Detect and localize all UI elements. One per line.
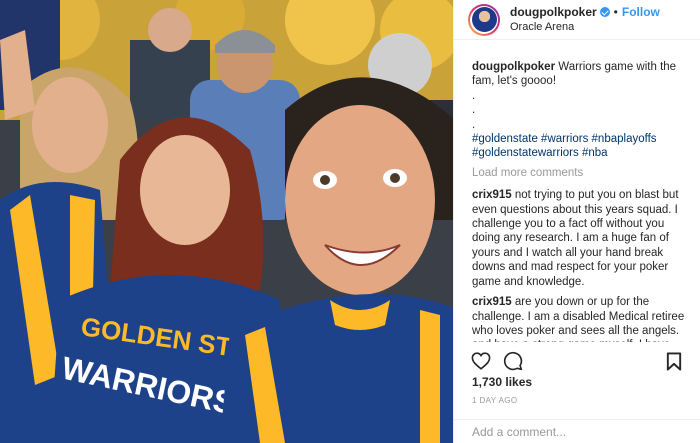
header-separator: • [613, 4, 618, 19]
avatar[interactable] [468, 3, 500, 36]
comment-item: crix915 are you down or up for the chall… [472, 295, 692, 342]
caption-hashtags[interactable]: #goldenstate #warriors #nbaplayoffs #gol… [472, 132, 692, 161]
post-caption: dougpolkpoker Warriors game with the fam… [472, 60, 692, 161]
comments-section: dougpolkpoker Warriors game with the fam… [472, 60, 692, 342]
likes-count[interactable]: 1,730 likes [472, 375, 532, 389]
heart-icon [471, 352, 491, 370]
caption-username[interactable]: dougpolkpoker [472, 61, 555, 73]
comment-username[interactable]: crix915 [472, 296, 512, 308]
location-link[interactable]: Oracle Arena [510, 20, 660, 35]
caption-dot: . [472, 104, 476, 117]
comment-button[interactable] [502, 350, 524, 372]
post-actions-bar [454, 347, 700, 375]
load-more-comments-button[interactable]: Load more comments [472, 166, 692, 180]
comment-text: not trying to put you on blast but even … [472, 189, 679, 288]
caption-dot: . [472, 89, 476, 102]
comment-item: crix915 not trying to put you on blast b… [472, 188, 692, 289]
add-comment-bar [454, 419, 700, 443]
caption-dot: . [472, 118, 476, 131]
post-side-panel: dougpolkpoker • Follow Oracle Arena doug… [453, 0, 700, 443]
bookmark-icon [666, 351, 682, 371]
comment-icon [503, 351, 523, 371]
comment-username[interactable]: crix915 [472, 189, 512, 201]
verified-badge-icon [599, 7, 610, 17]
post-photo-illustration: GOLDEN STATE WARRIORS [0, 0, 453, 443]
like-button[interactable] [470, 350, 492, 372]
header-username[interactable]: dougpolkpoker [510, 5, 597, 20]
save-button[interactable] [663, 350, 685, 372]
post-header: dougpolkpoker • Follow Oracle Arena [454, 0, 700, 40]
post-photo[interactable]: GOLDEN STATE WARRIORS [0, 0, 453, 443]
post-timestamp: 1 DAY AGO [472, 396, 518, 405]
add-comment-input[interactable] [472, 424, 682, 439]
follow-button[interactable]: Follow [622, 5, 660, 20]
